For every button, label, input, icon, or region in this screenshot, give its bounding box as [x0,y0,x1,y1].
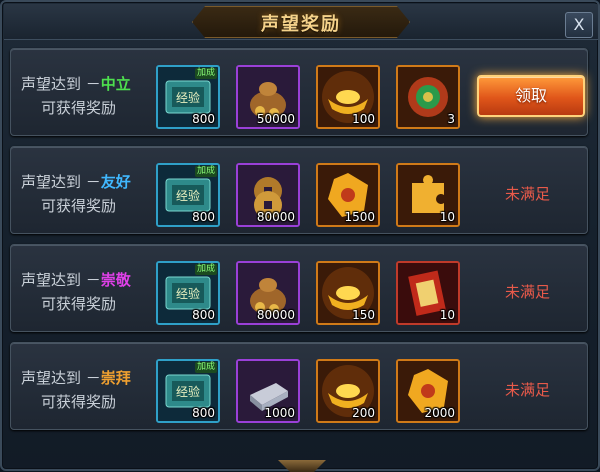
status-not-met: 未满足 [505,283,551,301]
item-quantity: 10 [439,210,455,224]
reach-label: 声望达到 －中立 [21,73,131,94]
reward-slot[interactable]: 50000 [236,65,300,129]
reward-slot[interactable]: 经验 加成 800 [156,163,220,227]
reward-line: 可获得奖励 [41,393,117,411]
reach-prefix: 声望达到 － [21,369,101,387]
reward-slot[interactable]: 10 [396,163,460,227]
item-quantity: 50000 [256,112,295,126]
reward-row-revered: 声望达到 －崇敬 可获得奖励 经验 加成 800 80000 150 10 未满… [10,244,588,332]
item-quantity: 80000 [256,308,295,322]
svg-text:经验: 经验 [176,188,200,203]
item-quantity: 1000 [264,406,295,420]
reward-row-neutral: 声望达到 －中立 可获得奖励 经验 加成 800 50000 100 3 领取 [10,48,588,136]
item-quantity: 3 [447,112,455,126]
reward-slot[interactable]: 80000 [236,261,300,325]
reward-slot[interactable]: 经验 加成 800 [156,359,220,423]
close-button[interactable]: X [565,12,593,38]
item-quantity: 80000 [256,210,295,224]
item-quantity: 150 [352,308,375,322]
reward-slot[interactable]: 1000 [236,359,300,423]
item-quantity: 800 [192,406,215,420]
reward-row-friendly: 声望达到 －友好 可获得奖励 经验 加成 800 80000 1500 10 未… [10,146,588,234]
item-quantity: 200 [352,406,375,420]
reach-label: 声望达到 －友好 [21,171,131,192]
reputation-reward-window: 声望奖励 X 声望达到 －中立 可获得奖励 经验 加成 800 50000 10… [0,0,600,472]
tier-name: 崇拜 [100,369,131,387]
bottom-ornament [278,460,326,472]
item-quantity: 2000 [424,406,455,420]
item-quantity: 100 [352,112,375,126]
item-quantity: 1500 [344,210,375,224]
bonus-badge: 加成 [194,362,217,373]
status-not-met: 未满足 [505,185,551,203]
bonus-badge: 加成 [194,166,217,177]
reward-slot[interactable]: 2000 [396,359,460,423]
reward-slot[interactable]: 80000 [236,163,300,227]
tier-name: 中立 [100,75,131,93]
tier-name: 友好 [100,173,131,191]
bonus-badge: 加成 [194,68,217,79]
reward-slot[interactable]: 经验 加成 800 [156,261,220,325]
reward-slot[interactable]: 10 [396,261,460,325]
claim-button[interactable]: 领取 [477,75,585,117]
reward-slot[interactable]: 经验 加成 800 [156,65,220,129]
reward-line: 可获得奖励 [41,295,117,313]
reward-row-exalted: 声望达到 －崇拜 可获得奖励 经验 加成 800 1000 200 2000 未… [10,342,588,430]
item-quantity: 800 [192,112,215,126]
status-not-met: 未满足 [505,381,551,399]
reward-slot[interactable]: 3 [396,65,460,129]
reward-slot[interactable]: 200 [316,359,380,423]
svg-text:经验: 经验 [176,384,200,399]
bonus-badge: 加成 [194,264,217,275]
reward-slot[interactable]: 1500 [316,163,380,227]
item-quantity: 800 [192,308,215,322]
tier-name: 崇敬 [100,271,131,289]
reach-prefix: 声望达到 － [21,271,101,289]
item-quantity: 10 [439,308,455,322]
reward-slot[interactable]: 150 [316,261,380,325]
window-title: 声望奖励 [261,14,341,35]
reach-label: 声望达到 －崇敬 [21,269,131,290]
item-quantity: 800 [192,210,215,224]
reward-line: 可获得奖励 [41,99,117,117]
svg-text:经验: 经验 [176,286,200,301]
reach-label: 声望达到 －崇拜 [21,367,131,388]
reward-slot[interactable]: 100 [316,65,380,129]
svg-text:经验: 经验 [176,90,200,105]
reach-prefix: 声望达到 － [21,75,101,93]
reach-prefix: 声望达到 － [21,173,101,191]
reward-line: 可获得奖励 [41,197,117,215]
